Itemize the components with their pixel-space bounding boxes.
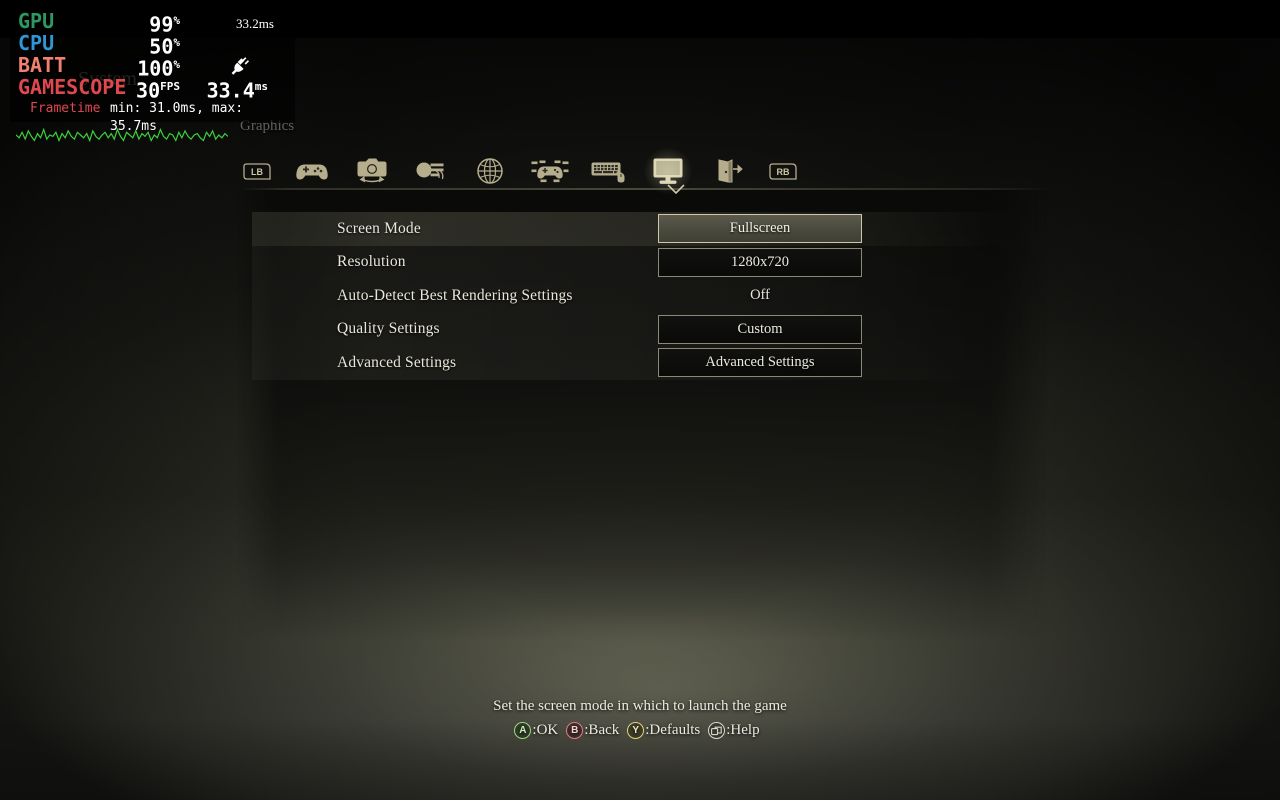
tab-controller-settings[interactable] — [529, 151, 571, 191]
hud-frametime-label: Frametime — [30, 101, 101, 116]
hud-label-gamescope: GAMESCOPE — [18, 75, 127, 99]
button-y-icon: Y — [627, 722, 645, 739]
hud-frametime-header: Frametime min: 31.0ms, max: 35.7ms — [14, 100, 291, 134]
help-hint-label: :Back — [584, 722, 620, 738]
setting-label: Screen Mode — [337, 219, 421, 237]
hud-label-gpu: GPU — [18, 9, 55, 33]
setting-value-container[interactable]: Custom — [658, 314, 862, 344]
help-description: Set the screen mode in which to launch t… — [493, 698, 787, 714]
tab-exit[interactable] — [707, 151, 749, 191]
help-hint-defaults[interactable]: Y :Defaults — [627, 722, 700, 739]
help-button-hints: A :OK B :Back Y :Defaults :Help — [514, 722, 765, 739]
help-hint-ok[interactable]: A :OK — [514, 722, 558, 739]
setting-row-auto-detect[interactable]: Auto-Detect Best Rendering Settings Off — [252, 279, 1042, 313]
tab-language[interactable] — [469, 151, 511, 191]
setting-value[interactable]: Advanced Settings — [658, 348, 862, 377]
help-hint-label: :OK — [532, 722, 559, 738]
tab-bar-underline — [240, 188, 1050, 190]
setting-value-container[interactable]: Advanced Settings — [658, 348, 862, 377]
setting-value: Off — [750, 287, 770, 303]
setting-row-screen-mode[interactable]: Screen Mode Fullscreen — [252, 212, 1042, 246]
tab-gamepad[interactable] — [291, 151, 333, 191]
settings-list: Screen Mode Fullscreen Resolution 1280x7… — [252, 212, 1042, 380]
button-a-icon: A — [514, 722, 532, 739]
hud-row-cpu: CPU 50% — [14, 31, 291, 58]
svg-text:LB: LB — [251, 167, 263, 177]
hud-label-batt: BATT — [18, 53, 67, 77]
setting-value-container[interactable]: Off — [658, 281, 862, 310]
selected-tab-caret-icon — [667, 184, 685, 194]
help-hint-label: :Defaults — [645, 722, 701, 738]
power-plug-icon — [228, 56, 252, 85]
setting-label: Advanced Settings — [337, 353, 457, 371]
bumper-right-icon[interactable]: RB — [766, 151, 800, 191]
tab-keyboard-mouse[interactable] — [588, 151, 630, 191]
bumper-left-icon[interactable]: LB — [240, 151, 274, 191]
help-bar: Set the screen mode in which to launch t… — [0, 698, 1280, 739]
setting-label: Resolution — [337, 253, 406, 271]
setting-row-resolution[interactable]: Resolution 1280x720 — [252, 245, 1042, 279]
hud-frametime-graph — [16, 128, 228, 142]
help-hint-help[interactable]: :Help — [708, 722, 760, 739]
button-b-icon: B — [566, 722, 584, 739]
setting-row-advanced-settings[interactable]: Advanced Settings Advanced Settings — [252, 346, 1042, 380]
svg-text:RB: RB — [776, 167, 789, 177]
hud-label-cpu: CPU — [18, 31, 55, 55]
setting-value[interactable]: 1280x720 — [658, 247, 862, 277]
setting-value[interactable]: Custom — [658, 314, 862, 344]
help-hint-label: :Help — [726, 722, 760, 738]
hud-value-fps: 30FPS — [136, 78, 180, 103]
setting-value-container[interactable]: Fullscreen — [658, 214, 862, 243]
setting-value[interactable]: Fullscreen — [658, 214, 862, 243]
setting-row-quality-settings[interactable]: Quality Settings Custom — [252, 312, 1042, 346]
help-hint-back[interactable]: B :Back — [566, 722, 619, 739]
setting-label: Quality Settings — [337, 320, 440, 338]
button-view-icon — [708, 722, 726, 739]
settings-tab-bar: LB RB — [240, 140, 800, 202]
setting-value-container[interactable]: 1280x720 — [658, 247, 862, 277]
tab-audio[interactable] — [410, 151, 452, 191]
tab-camera[interactable] — [351, 151, 393, 191]
hud-frametime-current: 33.2ms — [236, 16, 274, 31]
setting-label: Auto-Detect Best Rendering Settings — [337, 286, 573, 304]
